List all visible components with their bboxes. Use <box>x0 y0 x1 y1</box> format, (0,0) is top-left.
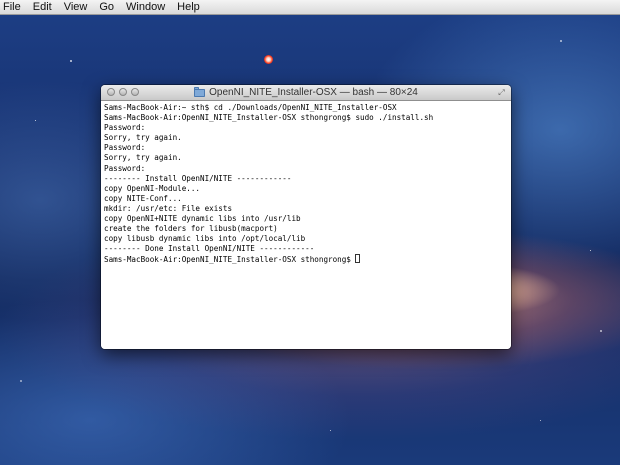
terminal-line: Sams-MacBook-Air:~ sth$ cd ./Downloads/O… <box>104 103 397 112</box>
window-title: OpenNI_NITE_Installer-OSX — bash — 80×24 <box>209 87 418 98</box>
prompt-text: Sams-MacBook-Air:OpenNI_NITE_Installer-O… <box>104 255 351 265</box>
terminal-line: Password: <box>104 143 146 153</box>
menu-help[interactable]: Help <box>171 0 206 15</box>
terminal-line: -------- Done Install OpenNI/NITE ------… <box>104 244 315 254</box>
window-title-group: OpenNI_NITE_Installer-OSX — bash — 80×24 <box>194 86 418 98</box>
prompt-line[interactable]: Sams-MacBook-Air:OpenNI_NITE_Installer-O… <box>104 254 511 264</box>
terminal-line: Password: <box>104 163 146 173</box>
terminal-line: copy NITE-Conf... <box>104 193 182 203</box>
terminal-line: create the folders for libusb(macport) <box>104 224 278 234</box>
terminal-window[interactable]: OpenNI_NITE_Installer-OSX — bash — 80×24… <box>101 85 511 349</box>
folder-icon <box>194 86 206 97</box>
terminal-line: copy OpenNI+NITE dynamic libs into /usr/… <box>104 214 301 224</box>
star <box>600 330 602 332</box>
menu-window[interactable]: Window <box>120 0 171 15</box>
menu-go[interactable]: Go <box>93 0 120 15</box>
star <box>560 40 562 42</box>
terminal-line: Sams-MacBook-Air:OpenNI_NITE_Installer-O… <box>104 113 434 123</box>
star <box>540 420 541 421</box>
terminal-line: Sorry, try again. <box>104 133 182 143</box>
star <box>20 380 22 382</box>
menu-edit[interactable]: Edit <box>27 0 58 15</box>
window-controls <box>107 88 139 96</box>
close-button[interactable] <box>107 88 115 96</box>
star <box>330 430 331 431</box>
terminal-line: Password: <box>104 123 146 133</box>
terminal-line: copy libusb dynamic libs into /opt/local… <box>104 234 306 244</box>
menu-file[interactable]: File <box>0 0 27 15</box>
terminal-line: mkdir: /usr/etc: File exists <box>104 203 233 213</box>
terminal-line: copy OpenNI-Module... <box>104 183 201 193</box>
star <box>70 60 72 62</box>
fullscreen-arrows-icon[interactable]: ⤢ <box>497 88 506 97</box>
zoom-button[interactable] <box>131 88 139 96</box>
terminal-line: -------- Install OpenNI/NITE -----------… <box>104 173 292 183</box>
minimize-button[interactable] <box>119 88 127 96</box>
red-star <box>264 55 273 64</box>
menu-view[interactable]: View <box>58 0 94 15</box>
star <box>35 120 36 121</box>
terminal-output[interactable]: Sams-MacBook-Air:~ sth$ cd ./Downloads/O… <box>101 101 511 349</box>
star <box>590 250 591 251</box>
text-cursor <box>354 254 360 264</box>
title-bar[interactable]: OpenNI_NITE_Installer-OSX — bash — 80×24… <box>101 85 511 101</box>
menu-bar: File Edit View Go Window Help <box>0 0 620 15</box>
terminal-line: Sorry, try again. <box>104 153 182 163</box>
